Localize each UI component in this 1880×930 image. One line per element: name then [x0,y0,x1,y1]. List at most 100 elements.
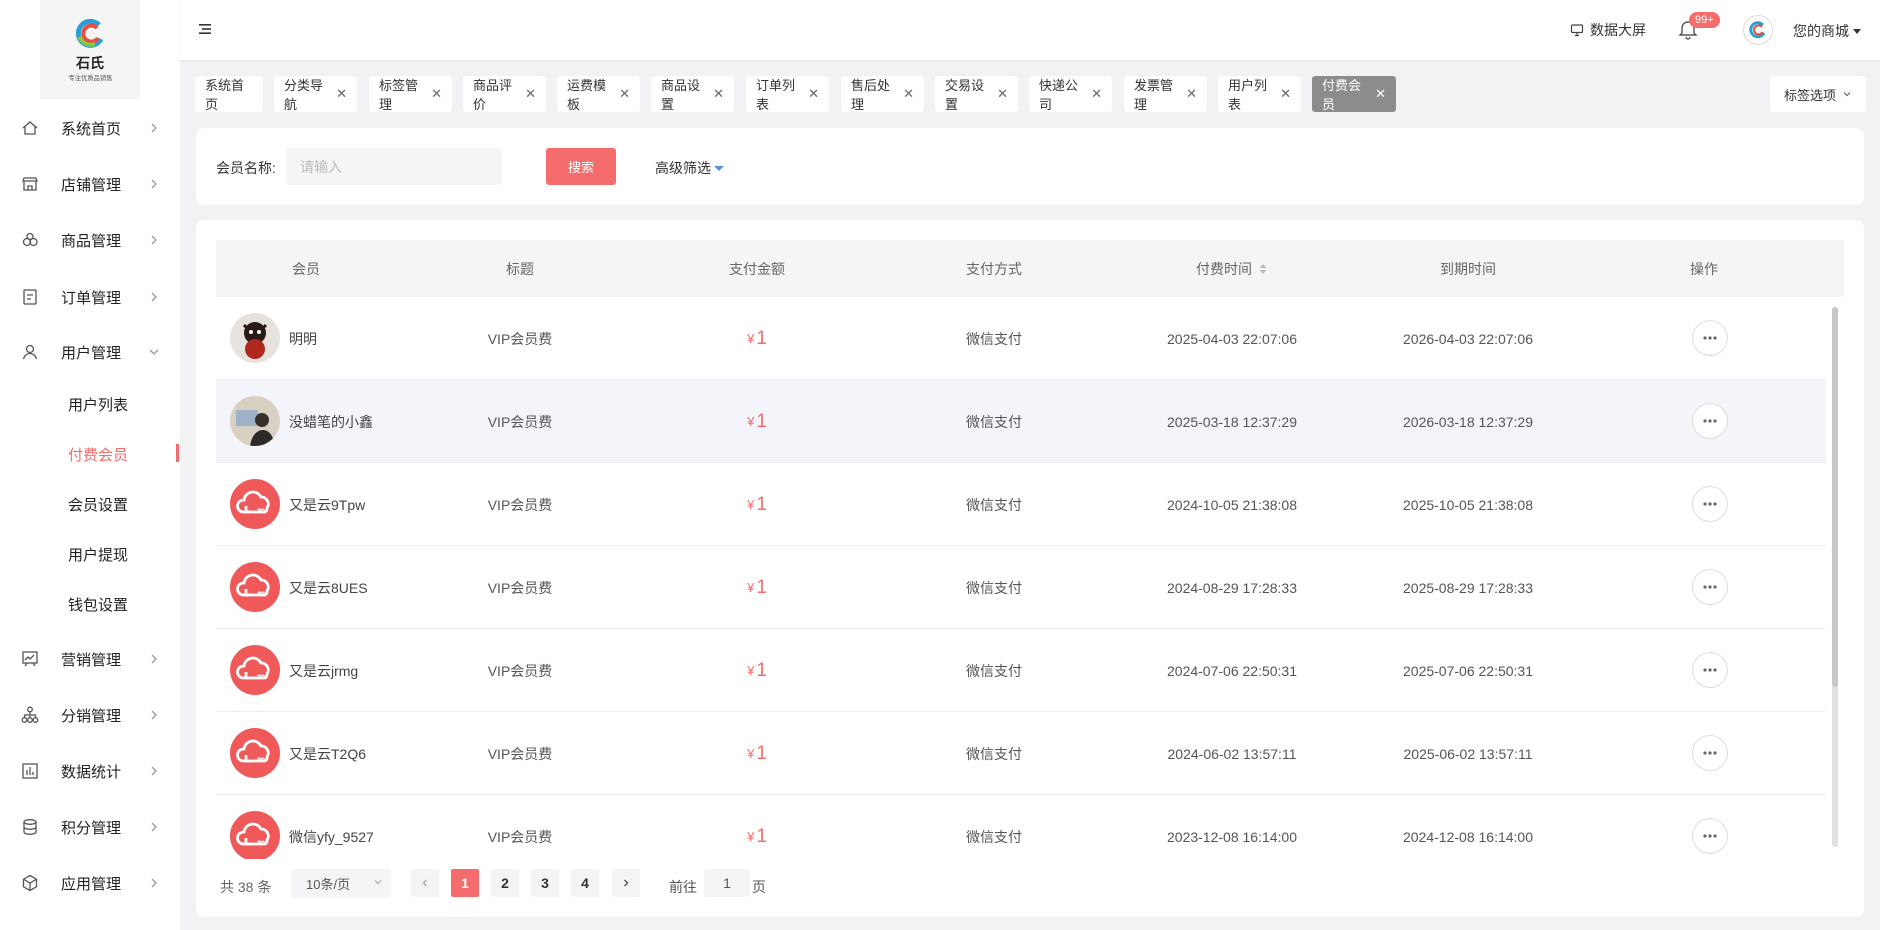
payment-method-cell: 微信支付 [966,828,1022,845]
sidebar-item-user[interactable]: 用户管理 [0,334,180,370]
member-name: 明明 [289,330,317,347]
tab-4[interactable]: 运费模板 ✕ [557,76,640,112]
page-size-select[interactable]: 10条/页 [291,869,391,898]
page-button[interactable]: 3 [531,869,559,897]
sidebar-item-goods[interactable]: 商品管理 [0,222,180,258]
sidebar-item-points[interactable]: 积分管理 [0,809,180,845]
member-name: 没蜡笔的小鑫 [289,413,373,430]
sidebar-item-distribution[interactable]: 分销管理 [0,697,180,733]
close-icon[interactable]: ✕ [431,86,442,102]
tab-1[interactable]: 分类导航 ✕ [274,76,357,112]
sidebar-item-stats[interactable]: 数据统计 [0,753,180,789]
table-scrollbar[interactable] [1832,307,1838,847]
sidebar-subitem-0[interactable]: 用户列表 [0,386,180,422]
sidebar-item-app[interactable]: 应用管理 [0,865,180,901]
column-header-1: 标题 [506,240,534,297]
more-actions-button[interactable] [1692,735,1728,771]
table-row[interactable]: 明明 VIP会员费 ¥1 微信支付 2025-04-03 22:07:06 2026-04… [216,297,1826,380]
active-indicator [176,444,179,462]
shop-avatar[interactable] [1743,15,1773,45]
member-avatar: m [230,479,280,529]
sidebar-item-label: 订单管理 [61,289,122,307]
filter-card: 会员名称: 搜索 高级筛选 [196,128,1864,205]
tag-options-button[interactable]: 标签选项 [1770,76,1866,112]
table-row[interactable]: m 又是云8UES VIP会员费 ¥1 微信支付 2024-08-29 17:28:33 2… [216,546,1826,629]
table-row[interactable]: m 又是云9Tpw VIP会员费 ¥1 微信支付 2024-10-05 21:38:08 2… [216,463,1826,546]
sidebar-item-store[interactable]: 店铺管理 [0,166,180,202]
more-actions-button[interactable] [1692,403,1728,439]
close-icon[interactable]: ✕ [336,86,347,102]
title-cell: VIP会员费 [487,330,553,347]
sidebar-item-marketing[interactable]: 营销管理 [0,641,180,677]
table-row[interactable]: m 微信yfy_9527 VIP会员费 ¥1 微信支付 2023-12-08 16:14:… [216,795,1826,859]
expire-time-cell: 2025-10-05 21:38:08 [1403,496,1533,513]
close-icon[interactable]: ✕ [1280,86,1291,102]
column-header-4[interactable]: 付费时间 [1196,240,1268,297]
advanced-filter-toggle[interactable]: 高级筛选 [655,158,725,178]
close-icon[interactable]: ✕ [903,86,914,102]
tab-11[interactable]: 用户列表 ✕ [1218,76,1301,112]
column-header-label: 支付金额 [729,260,785,277]
logo[interactable]: 石氏 专注优质品销售 [40,0,140,99]
column-header-label: 操作 [1690,260,1718,277]
data-screen-button[interactable]: 数据大屏 [1570,20,1646,40]
currency-symbol: ¥ [747,414,755,429]
sidebar-subitem-label: 用户提现 [68,546,129,564]
more-actions-button[interactable] [1692,320,1728,356]
page-button[interactable]: 2 [491,869,519,897]
member-avatar: m [230,562,280,612]
sidebar-subitem-label: 用户列表 [68,396,129,414]
tab-5[interactable]: 商品设置 ✕ [651,76,734,112]
tab-0[interactable]: 系统首页 [195,76,263,112]
search-button[interactable]: 搜索 [546,148,616,185]
table-row[interactable]: m 又是云jrmg VIP会员费 ¥1 微信支付 2024-07-06 22:50:31 2… [216,629,1826,712]
stats-icon [22,763,38,779]
close-icon[interactable]: ✕ [997,86,1008,102]
payment-method-cell: 微信支付 [966,662,1022,679]
tab-9[interactable]: 快递公司 ✕ [1029,76,1112,112]
more-actions-button[interactable] [1692,652,1728,688]
prev-page-button[interactable] [411,869,439,897]
tab-6[interactable]: 订单列表 ✕ [746,76,829,112]
next-page-button[interactable] [612,869,640,897]
menu-toggle-icon[interactable] [197,21,213,37]
close-icon[interactable]: ✕ [1375,86,1386,102]
close-icon[interactable]: ✕ [1091,86,1102,102]
tab-10[interactable]: 发票管理 ✕ [1124,76,1207,112]
expire-time-cell: 2025-06-02 13:57:11 [1403,745,1533,762]
more-actions-button[interactable] [1692,818,1728,854]
sidebar-item-order[interactable]: 订单管理 [0,279,180,315]
page-button[interactable]: 1 [451,869,479,897]
tab-8[interactable]: 交易设置 ✕ [935,76,1018,112]
close-icon[interactable]: ✕ [1186,86,1197,102]
sort-icon[interactable] [1258,262,1268,276]
close-icon[interactable]: ✕ [525,86,536,102]
more-icon [1703,585,1717,589]
close-icon[interactable]: ✕ [808,86,819,102]
tab-label: 快递公司 [1039,78,1079,112]
logo-mark-icon [75,18,104,48]
paid-time-cell: 2025-03-18 12:37:29 [1167,413,1297,430]
tab-7[interactable]: 售后处理 ✕ [841,76,924,112]
tab-12[interactable]: 付费会员 ✕ [1312,76,1396,112]
sidebar-subitem-4[interactable]: 钱包设置 [0,586,180,622]
shop-menu[interactable]: 您的商城 [1793,21,1862,41]
more-actions-button[interactable] [1692,569,1728,605]
page-suffix-label: 页 [752,879,766,895]
table-row[interactable]: m 又是云T2Q6 VIP会员费 ¥1 微信支付 2024-06-02 13:57:11 2… [216,712,1826,795]
table-row[interactable]: 没蜡笔的小鑫 VIP会员费 ¥1 微信支付 2025-03-18 12:37:29 202… [216,380,1826,463]
title-cell: VIP会员费 [487,413,553,430]
sidebar-item-home[interactable]: 系统首页 [0,110,180,146]
close-icon[interactable]: ✕ [713,86,724,102]
more-actions-button[interactable] [1692,486,1728,522]
page-button[interactable]: 4 [571,869,599,897]
close-icon[interactable]: ✕ [619,86,630,102]
sidebar-subitem-1[interactable]: 付费会员 [0,436,180,472]
sidebar-subitem-3[interactable]: 用户提现 [0,536,180,572]
goto-page-input[interactable] [704,869,750,897]
tab-2[interactable]: 标签管理 ✕ [369,76,452,112]
scrollbar-thumb[interactable] [1832,307,1838,687]
member-name-input[interactable] [286,148,502,185]
tab-3[interactable]: 商品评价 ✕ [463,76,546,112]
sidebar-subitem-2[interactable]: 会员设置 [0,486,180,522]
